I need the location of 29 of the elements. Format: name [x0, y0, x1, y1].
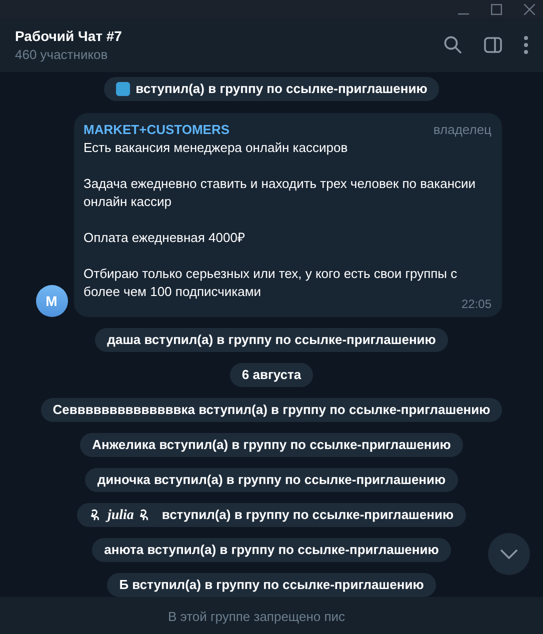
- more-icon[interactable]: [524, 36, 528, 54]
- search-icon[interactable]: [444, 36, 462, 54]
- service-message: анюта вступил(а) в группу по ссылке-приглашению: [92, 538, 451, 562]
- maximize-icon[interactable]: [491, 4, 502, 14]
- service-message: Анжелика вступил(а) в группу по ссылке-приглашению: [80, 433, 463, 457]
- service-message: даша вступил(а) в группу по ссылке-приглашению: [95, 328, 448, 352]
- author-name: MARKET+CUSTOMERS: [84, 121, 230, 139]
- close-icon[interactable]: [524, 4, 535, 14]
- message-time: 22:05: [461, 297, 492, 311]
- chevron-down-icon: [500, 549, 518, 559]
- service-message: диночка вступил(а) в группу по ссылке-приглашению: [85, 468, 458, 492]
- avatar-icon: [116, 82, 130, 96]
- message-text: Есть вакансия менеджера онлайн кассиров: [84, 139, 349, 157]
- avatar: M: [36, 285, 68, 317]
- user-name: julia: [107, 506, 134, 524]
- date-label: 6 августа: [230, 363, 314, 387]
- service-message: Севвввввввввввввка вступил(а) в группу по ссылке-приглашению: [40, 398, 502, 422]
- message-text: Задача ежедневно ставить и находить трех человек по вакансии онлайн кассир: [84, 175, 477, 211]
- service-message: вступил(а) в группу по ссылке-приглашению: [162, 506, 454, 524]
- author-role-label: владелец: [433, 121, 492, 139]
- member-count: 460 участников: [15, 46, 109, 64]
- message-text: Оплата ежедневная 4000₽: [84, 229, 246, 247]
- message-text: Отбираю только серьезных или тех, у кого есть свои группы с более чем 100 подписчиками: [84, 265, 458, 301]
- service-message: вступил(а) в группу по ссылке-приглашению: [136, 80, 428, 98]
- sidebar-toggle-icon[interactable]: [484, 37, 502, 53]
- chat-title: Рабочий Чат #7: [15, 27, 123, 46]
- service-message: Б вступил(а) в группу по ссылке-приглашению: [107, 573, 436, 597]
- scroll-down-button[interactable]: [488, 533, 530, 575]
- restriction-notice: В этой группе запрещено пис: [168, 608, 346, 626]
